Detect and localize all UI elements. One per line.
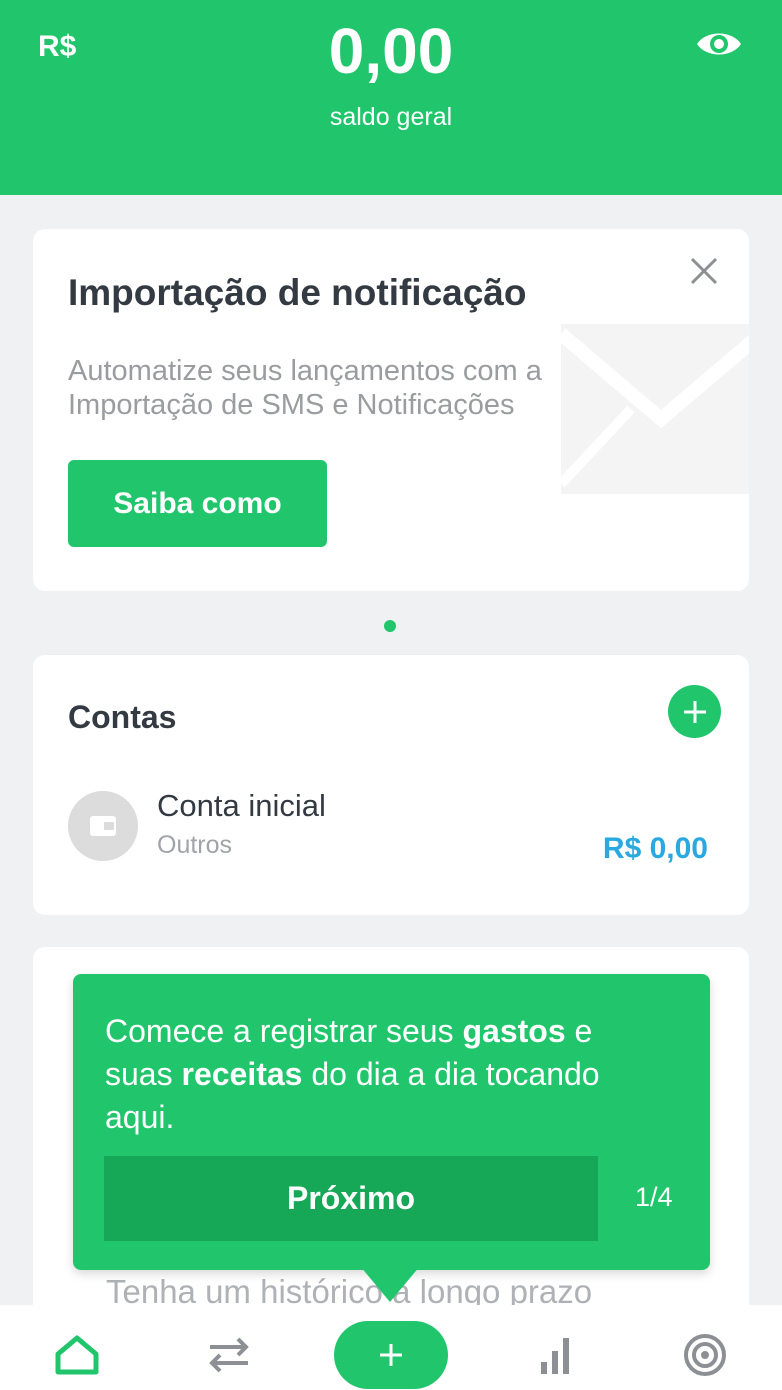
plus-icon (683, 700, 706, 723)
account-balance: R$ 0,00 (602, 832, 708, 865)
tooltip-arrow (360, 1266, 420, 1302)
eye-icon[interactable] (694, 24, 744, 64)
target-icon[interactable] (680, 1330, 730, 1380)
balance-label: saldo geral (329, 103, 453, 131)
onboarding-tooltip: Comece a registrar seus gastos e suas re… (73, 974, 710, 1270)
close-icon[interactable] (688, 255, 720, 287)
next-button[interactable]: Próximo (104, 1156, 598, 1241)
add-icon (380, 1344, 402, 1366)
home-icon[interactable] (52, 1330, 102, 1380)
learn-how-button[interactable]: Saiba como (68, 460, 327, 547)
account-type: Outros (157, 831, 233, 859)
bottom-navigation (0, 1305, 782, 1390)
step-indicator: 1/4 (635, 1182, 673, 1212)
tooltip-message: Comece a registrar seus gastos e suas re… (105, 1013, 600, 1135)
account-name[interactable]: Conta inicial (157, 788, 326, 824)
accounts-title: Contas (68, 699, 177, 735)
wallet-icon (68, 791, 138, 861)
carousel-indicator (384, 620, 396, 632)
card-description: Automatize seus lançamentos com a Import… (68, 355, 542, 421)
balance-header: R$ 0,00 saldo geral (0, 0, 782, 195)
total-balance: 0,00 (328, 15, 454, 87)
card-title: Importação de notificação (68, 272, 527, 313)
add-transaction-button[interactable] (334, 1321, 448, 1389)
notification-import-card: Importação de notificação Automatize seu… (33, 229, 749, 591)
transfer-icon[interactable] (204, 1330, 254, 1380)
accounts-card: Contas Conta inicial Outros R$ 0,00 (33, 655, 749, 915)
chart-icon[interactable] (530, 1330, 580, 1380)
add-account-button[interactable] (668, 685, 721, 738)
